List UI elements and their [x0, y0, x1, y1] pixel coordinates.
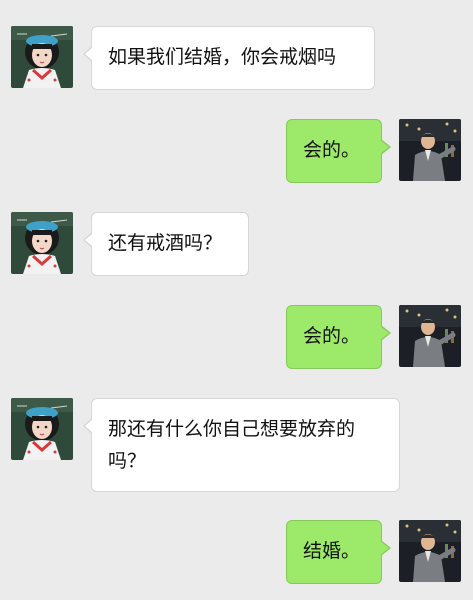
- message-text: 还有戒酒吗？: [108, 232, 223, 254]
- outgoing-message-bubble[interactable]: 会的。: [286, 119, 391, 183]
- message-row: 如果我们结婚，你会戒烟吗: [0, 26, 473, 90]
- girl-avatar-icon[interactable]: [11, 26, 73, 88]
- man-avatar-icon[interactable]: [399, 119, 461, 181]
- man-avatar-icon[interactable]: [399, 305, 461, 367]
- girl-avatar-icon[interactable]: [11, 398, 73, 460]
- message-text: 会的。: [303, 139, 361, 161]
- message-text: 如果我们结婚，你会戒烟吗: [108, 46, 337, 68]
- message-row: 会的。: [0, 305, 473, 369]
- message-text: 结婚。: [303, 540, 361, 562]
- message-row: 会的。: [0, 119, 473, 183]
- message-text: 会的。: [303, 325, 361, 347]
- girl-avatar-icon[interactable]: [11, 212, 73, 274]
- message-row: 结婚。: [0, 520, 473, 584]
- incoming-message-bubble[interactable]: 还有戒酒吗？: [83, 212, 249, 276]
- message-row: 还有戒酒吗？: [0, 212, 473, 276]
- message-text: 那还有什么你自己想要放弃的吗？: [108, 418, 356, 472]
- incoming-message-bubble[interactable]: 那还有什么你自己想要放弃的吗？: [83, 398, 400, 492]
- outgoing-message-bubble[interactable]: 结婚。: [286, 520, 391, 584]
- man-avatar-icon[interactable]: [399, 520, 461, 582]
- message-row: 那还有什么你自己想要放弃的吗？: [0, 398, 473, 492]
- outgoing-message-bubble[interactable]: 会的。: [286, 305, 391, 369]
- incoming-message-bubble[interactable]: 如果我们结婚，你会戒烟吗: [83, 26, 375, 90]
